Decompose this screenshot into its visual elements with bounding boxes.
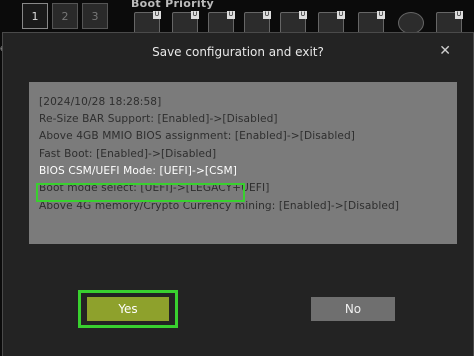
- no-button[interactable]: No: [311, 297, 395, 321]
- changes-summary-box: [2024/10/28 18:28:58] Re-Size BAR Suppor…: [29, 82, 457, 244]
- boot-device-icon[interactable]: U: [358, 11, 385, 34]
- boot-device-icon[interactable]: U: [172, 11, 199, 34]
- change-line-csm-highlighted: BIOS CSM/UEFI Mode: [UEFI]->[CSM]: [39, 165, 237, 177]
- close-icon[interactable]: ✕: [439, 44, 451, 58]
- boot-device-icon[interactable]: [398, 12, 424, 34]
- boot-device-icon[interactable]: U: [208, 11, 235, 34]
- usb-badge: U: [263, 11, 271, 19]
- boot-device-icon[interactable]: U: [436, 11, 463, 34]
- profile-tab-2[interactable]: 2: [52, 3, 78, 29]
- boot-device-icon[interactable]: U: [244, 11, 271, 34]
- usb-badge: U: [377, 11, 385, 19]
- boot-device-icon[interactable]: U: [280, 11, 307, 34]
- change-line: Fast Boot: [Enabled]->[Disabled]: [39, 148, 217, 160]
- usb-badge: U: [191, 11, 199, 19]
- usb-badge: U: [299, 11, 307, 19]
- profile-tab-3[interactable]: 3: [82, 3, 108, 29]
- profile-tab-1[interactable]: 1: [22, 3, 48, 29]
- boot-device-icon[interactable]: U: [318, 11, 345, 34]
- timestamp-line: [2024/10/28 18:28:58]: [39, 96, 162, 108]
- boot-priority-label: Boot Priority: [131, 0, 214, 10]
- usb-badge: U: [227, 11, 235, 19]
- usb-badge: U: [153, 11, 161, 19]
- boot-device-icon[interactable]: U: [134, 11, 161, 34]
- usb-badge: U: [337, 11, 345, 19]
- save-exit-dialog: Save configuration and exit? ✕ [2024/10/…: [2, 32, 474, 356]
- profile-tabs: 1 2 3: [0, 0, 120, 30]
- csm-highlight-outline: [36, 183, 245, 202]
- usb-badge: U: [455, 11, 463, 19]
- change-line: Above 4GB MMIO BIOS assignment: [Enabled…: [39, 130, 356, 142]
- change-line: Re-Size BAR Support: [Enabled]->[Disable…: [39, 113, 278, 125]
- yes-highlight-outline: [78, 290, 178, 328]
- dialog-title: Save configuration and exit?: [152, 45, 324, 59]
